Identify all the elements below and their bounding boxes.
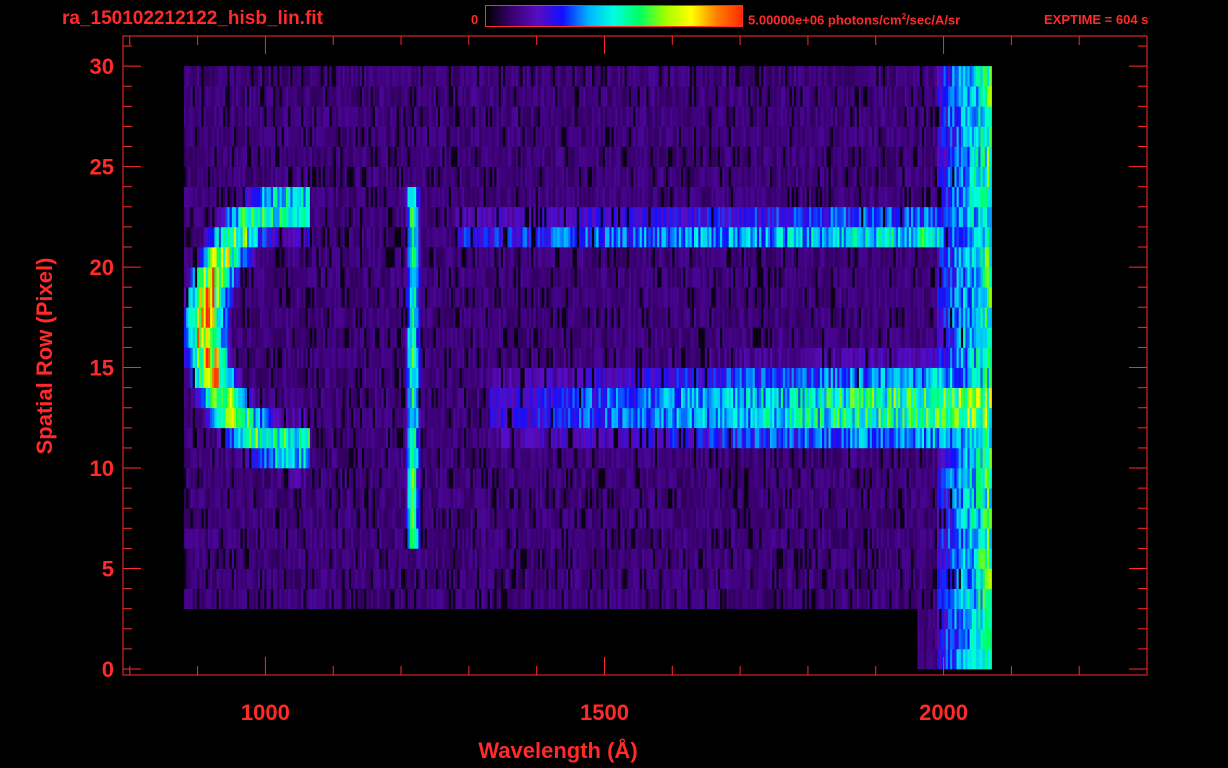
heatmap-cell xyxy=(989,568,992,589)
heatmap-cell xyxy=(989,407,992,429)
heatmap-image xyxy=(184,66,992,670)
spectrum-plot: 1000 1500 2000051015202530 Wavelength (Å) … xyxy=(32,35,1148,763)
heatmap-cell xyxy=(989,447,992,469)
heatmap-cell xyxy=(989,367,992,388)
heatmap-cell xyxy=(989,387,992,409)
heatmap-cell xyxy=(989,347,992,368)
heatmap-cell xyxy=(989,588,992,609)
heatmap-cell xyxy=(989,528,992,549)
heatmap-cell xyxy=(989,508,992,529)
heatmap-cell xyxy=(989,648,992,670)
heatmap-cell xyxy=(989,608,992,630)
heatmap-cell xyxy=(989,488,992,509)
heatmap-cell xyxy=(989,468,992,489)
heatmap-cell xyxy=(989,628,992,650)
heatmap-cell xyxy=(989,548,992,569)
heatmap-cell xyxy=(989,427,992,449)
